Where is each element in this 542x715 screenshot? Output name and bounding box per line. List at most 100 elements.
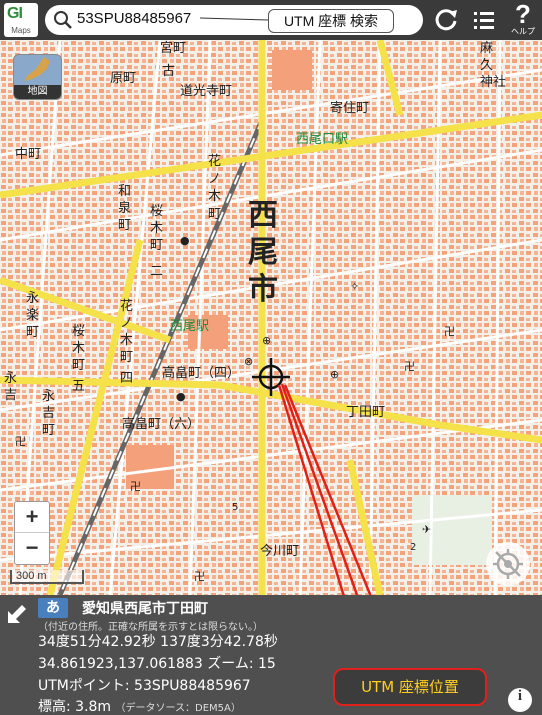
app-logo[interactable]: ԌI Maps	[4, 3, 38, 37]
temple-icon: 卍	[444, 325, 455, 338]
refresh-icon	[435, 9, 457, 31]
school-icon: ●	[176, 390, 186, 403]
map-label: 和	[118, 184, 131, 199]
position-annotation: UTM 座標位置	[333, 668, 487, 706]
zoom-control: + −	[14, 501, 50, 565]
map-label: 二	[150, 264, 163, 279]
info-button[interactable]: i	[508, 688, 532, 712]
decimal-coordinates-row: 34.861923,137.061883 ズーム: 15	[38, 653, 276, 673]
refresh-button[interactable]	[430, 4, 462, 36]
logo-mark: ԌI	[7, 5, 23, 22]
map-canvas[interactable]: 宮町 原町 古 道光寺町 中町 和 泉 町 花 ノ 木 町 桜 木 町 西尾口駅…	[0, 40, 542, 595]
map-label: 高畠町（四）	[162, 365, 240, 381]
map-svg[interactable]: 宮町 原町 古 道光寺町 中町 和 泉 町 花 ノ 木 町 桜 木 町 西尾口駅…	[0, 40, 542, 595]
map-label: 中町	[15, 147, 41, 162]
layer-switch-button[interactable]: 地図	[13, 54, 62, 100]
layer-label: 地図	[14, 85, 61, 99]
zoom-level: ズーム: 15	[207, 656, 276, 672]
map-label: 永	[26, 291, 39, 306]
map-label: ノ	[120, 316, 133, 331]
map-label: ノ	[208, 172, 221, 187]
zoom-out-button[interactable]: −	[15, 533, 49, 563]
elevation-source: （データソース：DEM5A）	[115, 703, 241, 714]
temple-icon: 卍	[15, 435, 26, 448]
large-building	[272, 50, 312, 90]
map-label: 今川町	[260, 543, 299, 559]
map-label: 町	[42, 423, 55, 438]
map-label: 泉	[118, 200, 131, 216]
map-label: 永	[4, 371, 17, 386]
map-label: 町	[118, 218, 131, 233]
help-icon: ?	[515, 0, 531, 28]
temple-icon: 卍	[130, 480, 141, 493]
map-label: 神社	[480, 74, 506, 90]
map-label: 久	[480, 58, 493, 73]
map-label: 木	[150, 221, 163, 236]
map-label: 道光寺町	[180, 84, 232, 99]
map-label: 五	[72, 379, 85, 394]
map-label: 古	[162, 64, 175, 79]
search-icon	[54, 11, 72, 29]
japan-map-icon	[24, 57, 50, 81]
map-label: 2	[410, 542, 416, 553]
map-label: 町	[120, 350, 133, 365]
map-label: 花	[208, 153, 221, 169]
gps-disabled-icon	[493, 549, 523, 579]
scale-bar: 300 m	[10, 570, 84, 584]
airport-icon: ✈	[422, 523, 431, 536]
callout-leader	[200, 17, 269, 21]
elevation: 標高: 3.8m	[38, 699, 112, 715]
temple-icon: 卍	[404, 360, 415, 373]
temple-icon: 卍	[194, 570, 205, 583]
map-label: 高畠町（六）	[122, 416, 200, 432]
map-label: 5	[232, 502, 238, 513]
map-label: 楽	[26, 307, 39, 323]
app: 宮町 原町 古 道光寺町 中町 和 泉 町 花 ノ 木 町 桜 木 町 西尾口駅…	[0, 0, 542, 715]
map-label: 町	[72, 358, 85, 373]
map-label: 吉	[42, 406, 55, 421]
map-label: 宮町	[160, 40, 186, 56]
station-label: 西尾駅	[170, 319, 209, 334]
city-name: 市	[248, 272, 278, 307]
station-label: 西尾口駅	[296, 132, 348, 147]
map-label: 町	[26, 325, 39, 340]
decimal-coordinates: 34.861923,137.061883	[38, 656, 203, 672]
search-value: 53SPU88485967	[77, 10, 192, 27]
help-label: ヘルプ	[511, 27, 535, 36]
city-name: 西	[248, 198, 278, 233]
map-label: 花	[120, 298, 133, 314]
address-text: 愛知県西尾市丁田町	[82, 601, 208, 617]
list-icon	[474, 12, 494, 29]
menu-button[interactable]	[468, 4, 500, 36]
zoom-in-button[interactable]: +	[15, 502, 49, 533]
collapse-arrow-icon[interactable]	[6, 603, 28, 625]
map-label: 麻	[480, 41, 493, 56]
post-office-icon: ⊗	[244, 355, 253, 368]
city-name: 尾	[248, 235, 278, 270]
school-icon: ●	[180, 234, 190, 247]
search-annotation: UTM 座標 検索	[268, 9, 394, 33]
map-label: 桜	[72, 324, 85, 339]
location-button[interactable]	[486, 542, 530, 586]
map-label: 木	[208, 189, 221, 204]
address-badge: あ	[38, 598, 68, 618]
utm-point: UTMポイント: 53SPU88485967	[38, 678, 251, 694]
map-label: 木	[120, 333, 133, 348]
elevation-row: 標高: 3.8m （データソース：DEM5A）	[38, 696, 241, 715]
map-label: 木	[72, 341, 85, 356]
map-label: 町	[150, 238, 163, 253]
shrine-icon: ✧	[350, 280, 359, 293]
logo-sub: Maps	[11, 26, 31, 35]
police-icon: ⊕	[262, 334, 271, 347]
svg-text:?: ?	[515, 0, 531, 28]
map-label: 桜	[150, 204, 163, 219]
map-label: 永	[42, 389, 55, 404]
map-label: 吉	[4, 388, 17, 403]
dms-coordinates: 34度51分42.92秒 137度3分42.78秒	[38, 634, 278, 650]
map-label: 原町	[110, 71, 136, 86]
map-label: 寄住町	[330, 100, 369, 116]
map-label: 町	[208, 207, 221, 222]
map-label: 四	[120, 371, 133, 386]
shrine-icon: ⊕	[330, 368, 339, 381]
map-label: 丁田町	[346, 405, 385, 420]
